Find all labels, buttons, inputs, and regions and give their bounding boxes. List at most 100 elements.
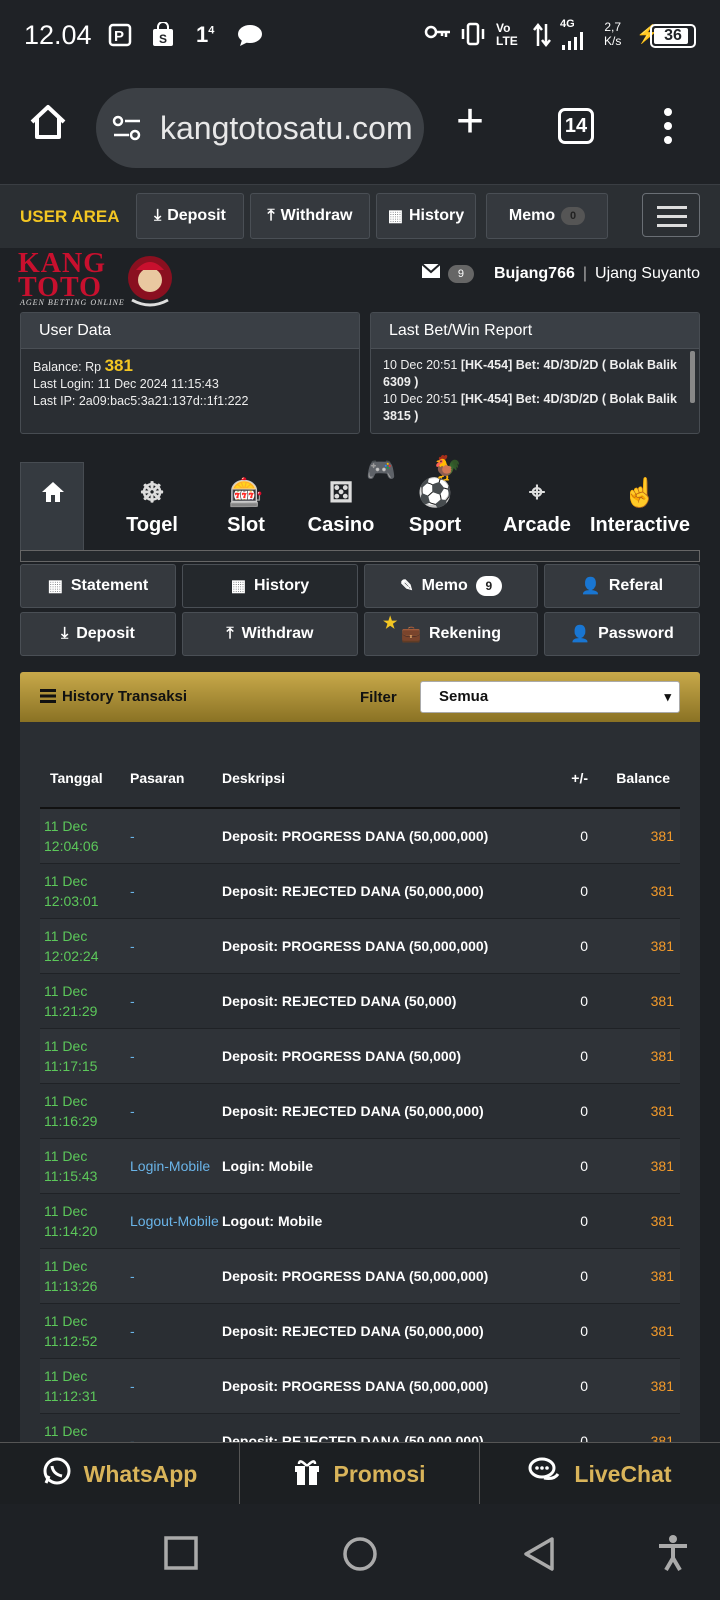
data-arrows-icon — [532, 22, 552, 54]
cell-time: 11:14:20 — [44, 1222, 98, 1239]
whatsapp-label: WhatsApp — [83, 1460, 198, 1487]
cell-pasaran: - — [130, 973, 222, 1029]
table-row: 11 Dec 11:14:20 Logout-Mobile Logout: Mobil… — [40, 1193, 680, 1249]
statement-button[interactable]: ▦ Statement — [20, 564, 176, 608]
livechat-button[interactable]: LiveChat — [480, 1443, 720, 1505]
table-row: 11 Dec 11:16:29 - Deposit: REJECTED DANA (5… — [40, 1083, 680, 1139]
browser-home-icon[interactable] — [28, 102, 68, 142]
hamburger-menu-icon[interactable] — [642, 193, 700, 237]
category-casino-label: Casino — [307, 514, 375, 536]
cell-time: 11:13:26 — [44, 1277, 98, 1294]
top-memo-button[interactable]: Memo 0 — [486, 193, 608, 239]
android-nav-bar — [0, 1504, 720, 1600]
status-bar: 12.04 P S 14 Vo LTE 4G 2,7 K/s ⚡ 36 — [0, 0, 720, 72]
cell-delta: 0 — [540, 808, 588, 864]
category-togel[interactable]: ☸ Togel — [106, 476, 198, 537]
category-interactive[interactable]: ☝ Interactive — [580, 476, 700, 537]
category-togel-label: Togel — [126, 514, 178, 536]
cell-balance: 381 — [588, 863, 680, 919]
top-deposit-button[interactable]: ⤓ Deposit — [136, 193, 244, 239]
rekening-button[interactable]: ★ 💼 Rekening — [364, 612, 538, 656]
cell-delta: 0 — [540, 1138, 588, 1194]
category-casino[interactable]: ⚄ Casino — [286, 476, 396, 537]
col-deskripsi: Deskripsi — [222, 748, 540, 809]
new-tab-icon[interactable]: + — [456, 98, 484, 146]
category-home-tab[interactable] — [20, 462, 84, 552]
top-withdraw-button[interactable]: ⤒ Withdraw — [250, 193, 370, 239]
cell-date: 11 Dec — [44, 927, 88, 944]
col-pasaran: Pasaran — [130, 748, 222, 809]
browser-toolbar: kangtotosatu.com + 14 — [0, 72, 720, 184]
user-data-panel: User Data Balance: Rp 381 Last Login: 11… — [20, 312, 360, 434]
cell-pasaran[interactable]: Logout-Mobile — [130, 1193, 222, 1249]
report-code: [HK-454] — [460, 358, 513, 372]
report-time: 10 Dec 20:51 — [383, 358, 458, 372]
site-settings-icon[interactable] — [112, 114, 142, 147]
accessibility-icon[interactable] — [656, 1534, 690, 1577]
category-sport[interactable]: ⚽ Sport — [382, 476, 488, 537]
crosshair-icon: ⌖ — [529, 476, 545, 507]
table-row: 11 Dec 11:21:29 - Deposit: REJECTED DANA (5… — [40, 973, 680, 1029]
mail-badge: 9 — [447, 264, 474, 283]
cell-balance: 381 — [588, 1193, 680, 1249]
cell-date: 11 Dec — [44, 1147, 88, 1164]
category-arcade[interactable]: ⌖ Arcade — [484, 476, 590, 537]
report-scrollbar[interactable] — [690, 351, 695, 403]
promosi-button[interactable]: Promosi — [240, 1443, 480, 1505]
table-row: 11 Dec11:11:24-Deposit: REJECTED DANA (5… — [40, 1413, 680, 1442]
net-speed-value: 2,7 — [604, 20, 622, 34]
col-balance: Balance — [588, 748, 680, 809]
password-button[interactable]: 👤 Password — [544, 612, 700, 656]
list-icon — [40, 688, 56, 709]
tab-switcher-button[interactable]: 14 — [558, 108, 594, 144]
home-circle-icon[interactable] — [342, 1536, 378, 1577]
referal-button[interactable]: 👤 Referal — [544, 564, 700, 608]
cell-delta: 0 — [540, 1413, 588, 1442]
cell-date: 11 Dec — [44, 1257, 88, 1274]
cell-deskripsi: Deposit: REJECTED DANA (50,000) — [222, 973, 540, 1029]
back-icon[interactable] — [522, 1536, 556, 1577]
star-icon: ★ — [383, 615, 398, 632]
mail-icon[interactable] — [421, 263, 441, 283]
balance-row: Balance: Rp 381 — [33, 357, 347, 376]
category-slot[interactable]: 🎰 Slot — [200, 476, 292, 537]
cell-pasaran: - — [130, 1358, 222, 1414]
cell-deskripsi: Deposit: PROGRESS DANA (50,000,000) — [222, 808, 540, 864]
promosi-label: Promosi — [333, 1460, 426, 1487]
status-time: 12.04 — [24, 20, 92, 50]
cell-deskripsi: Deposit: PROGRESS DANA (50,000) — [222, 1028, 540, 1084]
table-row: 11 Dec 11:12:52 - Deposit: REJECTED DANA (5… — [40, 1303, 680, 1359]
report-time: 10 Dec 20:51 — [383, 392, 458, 406]
history-label: History — [254, 577, 310, 594]
deposit-button[interactable]: ⤓ Deposit — [20, 612, 176, 656]
cell-tanggal: 11 Dec 11:12:52 — [40, 1303, 130, 1359]
net-speed-unit: K/s — [604, 34, 622, 48]
category-interactive-label: Interactive — [589, 514, 691, 536]
browser-menu-icon[interactable] — [664, 108, 672, 148]
url-text[interactable]: kangtotosatu.com — [160, 110, 413, 147]
vibrate-icon — [460, 22, 486, 52]
gamepad-icon: 🎮 — [366, 457, 396, 484]
withdraw-button[interactable]: ⤒ Withdraw — [182, 612, 358, 656]
filter-select[interactable]: Semua ▾ — [420, 681, 680, 713]
calendar-icon: ▦ — [47, 578, 63, 595]
cell-pasaran: - — [130, 808, 222, 864]
balance-label: Balance: Rp — [33, 360, 102, 374]
user-area-label: USER AREA — [20, 207, 120, 226]
statement-label: Statement — [70, 577, 149, 594]
table-row: 11 Dec 11:15:43 Login-Mobile Login: Mobile 0… — [40, 1138, 680, 1194]
site-logo[interactable]: KANG TOTO AGEN BETTING ONLINE — [18, 250, 178, 310]
memo-button[interactable]: ✎ Memo 9 — [364, 564, 538, 608]
top-history-button[interactable]: ▦ History — [376, 193, 476, 239]
cell-delta: 0 — [540, 1248, 588, 1304]
table-row: 11 Dec 12:04:06 - Deposit: PROGRESS DANA (5… — [40, 808, 680, 864]
cell-delta: 0 — [540, 1193, 588, 1249]
history-button[interactable]: ▦ History — [182, 564, 358, 608]
top-memo-badge: 0 — [561, 207, 586, 225]
whatsapp-button[interactable]: WhatsApp — [0, 1443, 240, 1505]
category-bar: ☸ Togel 🎰 Slot ⚄ Casino ⚽ Sport 🎮 🐓 ⌖ Ar… — [20, 455, 700, 562]
cell-balance: 381 — [588, 808, 680, 864]
recents-icon[interactable] — [164, 1536, 198, 1575]
memo-badge: 9 — [475, 576, 502, 596]
cell-pasaran[interactable]: Login-Mobile — [130, 1138, 222, 1194]
